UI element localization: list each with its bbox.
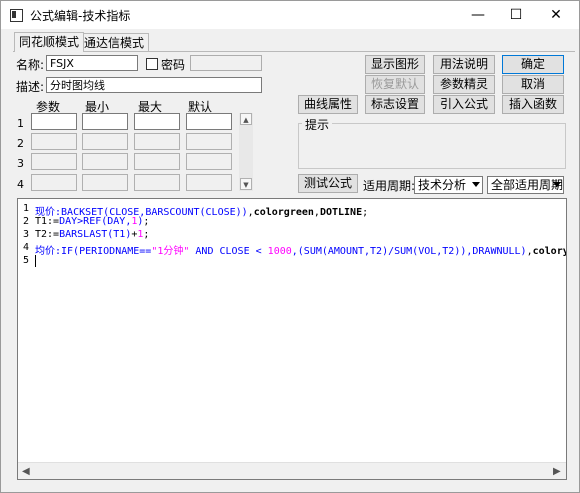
param-default-cell[interactable] xyxy=(186,153,232,170)
tab-divider xyxy=(13,51,575,52)
code-line-4: 均价:IF(PERIODNAME=="1分钟" AND CLOSE < 1000… xyxy=(35,246,566,257)
param-max-cell[interactable] xyxy=(134,113,180,130)
name-label: 名称: xyxy=(16,58,45,72)
usage-button[interactable]: 用法说明 xyxy=(433,55,495,74)
insert-function-button[interactable]: 插入函数 xyxy=(502,95,564,114)
line-number: 4 xyxy=(23,242,30,253)
maximize-icon[interactable]: ☐ xyxy=(497,1,535,29)
description-input[interactable]: 分时图均线 xyxy=(46,77,262,93)
param-name-cell[interactable] xyxy=(31,174,77,191)
line-number: 5 xyxy=(23,255,30,266)
chevron-down-icon xyxy=(472,182,480,187)
title-bar: 公式编辑-技术指标 — ☐ ✕ xyxy=(1,1,579,29)
code-line-3: T2:=BARSLAST(T1)+1; xyxy=(35,229,150,240)
formula-editor-window: 公式编辑-技术指标 — ☐ ✕ 同花顺模式 通达信模式 名称: FSJX 密码 … xyxy=(0,0,580,493)
param-row-number: 2 xyxy=(17,137,24,150)
formula-type-select[interactable]: 技术分析 xyxy=(414,176,483,194)
chevron-down-icon xyxy=(553,182,561,187)
scroll-down-icon[interactable]: ▼ xyxy=(240,178,252,190)
restore-default-button[interactable]: 恢复默认 xyxy=(365,75,425,94)
period-label: 适用周期: xyxy=(363,179,416,193)
hint-label: 提示 xyxy=(302,116,333,133)
curve-props-button[interactable]: 曲线属性 xyxy=(298,95,358,114)
tab-tonghuashun[interactable]: 同花顺模式 xyxy=(14,32,85,52)
password-input[interactable] xyxy=(190,55,262,71)
formula-type-value: 技术分析 xyxy=(418,178,467,192)
description-label: 描述: xyxy=(16,80,45,94)
period-select[interactable]: 全部适用周期 xyxy=(487,176,564,194)
param-min-cell[interactable] xyxy=(82,174,128,191)
param-default-cell[interactable] xyxy=(186,113,232,130)
param-scrollbar[interactable]: ▲ ▼ xyxy=(239,113,253,191)
param-default-cell[interactable] xyxy=(186,174,232,191)
ok-button[interactable]: 确定 xyxy=(502,55,564,74)
code-line-2: T1:=DAY>REF(DAY,1); xyxy=(35,216,150,227)
marker-settings-button[interactable]: 标志设置 xyxy=(365,95,425,114)
param-min-cell[interactable] xyxy=(82,113,128,130)
password-checkbox[interactable] xyxy=(146,58,158,70)
text-cursor xyxy=(35,255,36,267)
line-number-gutter: 1 2 3 4 5 xyxy=(18,199,34,463)
scroll-up-icon[interactable]: ▲ xyxy=(240,113,252,125)
scroll-left-icon[interactable]: ◀ xyxy=(22,466,30,477)
param-row-number: 4 xyxy=(17,178,24,191)
param-max-cell[interactable] xyxy=(134,153,180,170)
import-formula-button[interactable]: 引入公式 xyxy=(433,95,495,114)
param-name-cell[interactable] xyxy=(31,153,77,170)
line-number: 3 xyxy=(23,229,30,240)
scroll-right-icon[interactable]: ▶ xyxy=(553,466,561,477)
param-wizard-button[interactable]: 参数精灵 xyxy=(433,75,495,94)
cancel-button[interactable]: 取消 xyxy=(502,75,564,94)
close-icon[interactable]: ✕ xyxy=(537,1,575,29)
tab-tongdaxin[interactable]: 通达信模式 xyxy=(79,33,150,52)
app-icon xyxy=(10,9,23,22)
test-formula-button[interactable]: 测试公式 xyxy=(298,174,358,193)
name-input[interactable]: FSJX xyxy=(46,55,138,71)
hint-group xyxy=(298,123,566,169)
line-number: 2 xyxy=(23,216,30,227)
horizontal-scrollbar[interactable]: ◀ ▶ xyxy=(18,462,566,479)
line-number: 1 xyxy=(23,203,30,214)
param-max-cell[interactable] xyxy=(134,174,180,191)
code-editor[interactable]: 1 2 3 4 5 现价:BACKSET(CLOSE,BARSCOUNT(CLO… xyxy=(17,198,567,480)
param-row-number: 1 xyxy=(17,117,24,130)
param-min-cell[interactable] xyxy=(82,153,128,170)
minimize-icon[interactable]: — xyxy=(459,1,497,29)
window-title: 公式编辑-技术指标 xyxy=(30,9,131,23)
param-max-cell[interactable] xyxy=(134,133,180,150)
param-default-cell[interactable] xyxy=(186,133,232,150)
param-name-cell[interactable] xyxy=(31,113,77,130)
param-min-cell[interactable] xyxy=(82,133,128,150)
show-graph-button[interactable]: 显示图形 xyxy=(365,55,425,74)
password-label: 密码 xyxy=(161,58,186,72)
param-row-number: 3 xyxy=(17,157,24,170)
param-name-cell[interactable] xyxy=(31,133,77,150)
